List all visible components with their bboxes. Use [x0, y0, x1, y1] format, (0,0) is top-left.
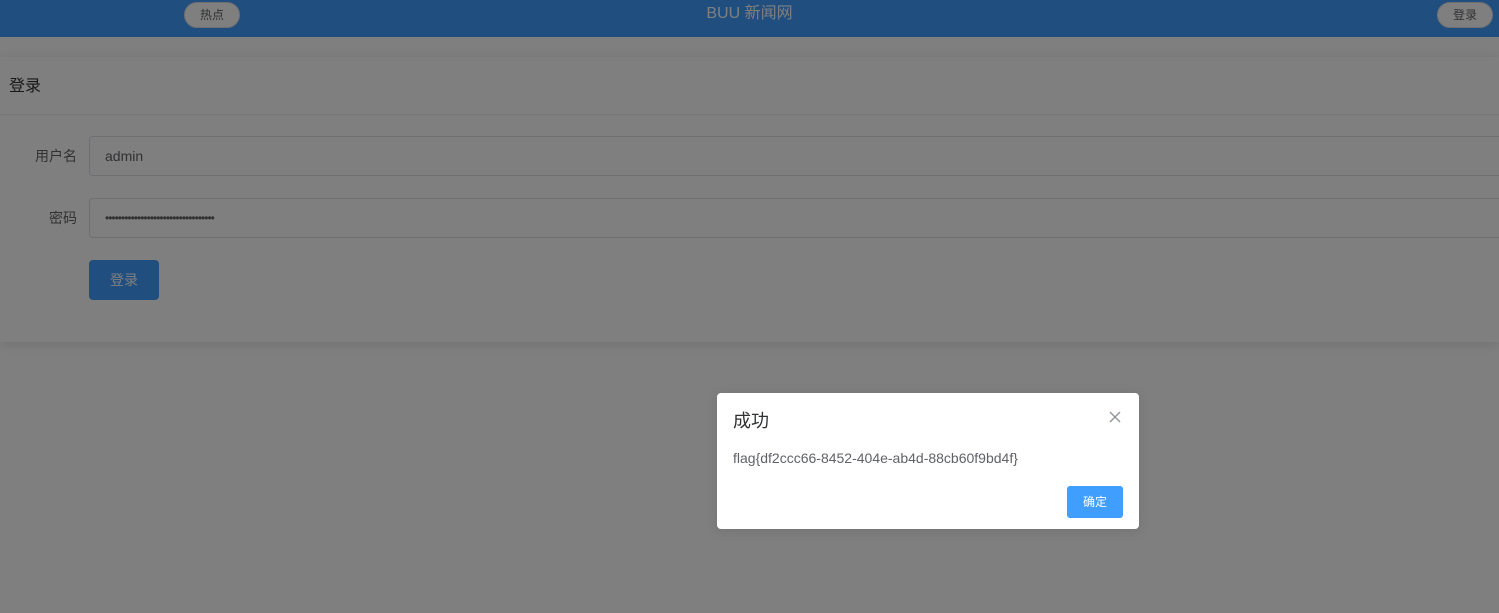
dialog-message: flag{df2ccc66-8452-404e-ab4d-88cb60f9bd4… [733, 450, 1018, 466]
success-dialog: 成功 flag{df2ccc66-8452-404e-ab4d-88cb60f9… [717, 393, 1139, 529]
close-icon[interactable] [1107, 409, 1123, 425]
confirm-button[interactable]: 确定 [1067, 486, 1123, 518]
dialog-title: 成功 [733, 411, 769, 431]
